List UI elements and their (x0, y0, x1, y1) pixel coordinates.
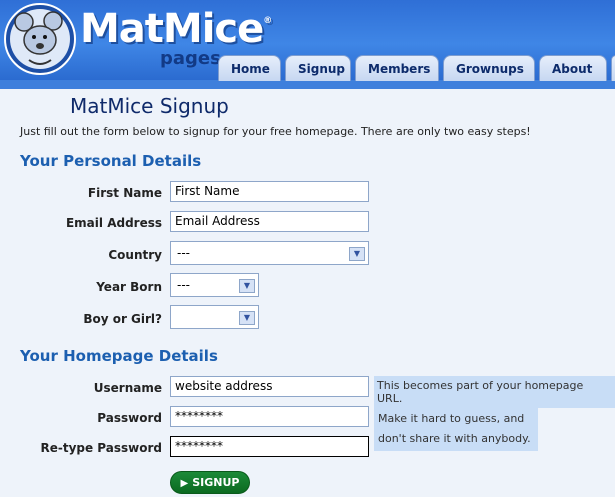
registered-mark: ® (263, 16, 272, 26)
first-name-label: First Name (87, 186, 162, 200)
year-born-value: --- (177, 278, 190, 292)
password-label: Password (97, 411, 162, 425)
section-personal-details: Your Personal Details (20, 152, 202, 170)
password-hint-line-2: don't share it with anybody. (378, 432, 531, 445)
mouse-logo-icon[interactable] (3, 2, 78, 77)
gender-label: Boy or Girl? (83, 312, 162, 326)
username-label: Username (93, 381, 162, 395)
email-label: Email Address (65, 216, 162, 230)
signup-button-label: SIGNUP (192, 476, 240, 489)
country-label: Country (108, 248, 162, 262)
chevron-down-icon[interactable]: ▼ (239, 311, 255, 325)
tab-members[interactable]: Members (355, 55, 439, 81)
tab-home[interactable]: Home (218, 55, 281, 81)
tab-grownups[interactable]: Grownups (443, 55, 535, 81)
section-homepage-details: Your Homepage Details (20, 347, 218, 365)
chevron-down-icon[interactable]: ▼ (349, 247, 365, 261)
main-nav: Home Signup Members Grownups About (218, 52, 615, 82)
first-name-input[interactable]: First Name (170, 181, 369, 202)
password-hint: Make it hard to guess, and don't share i… (374, 405, 538, 451)
email-input[interactable]: Email Address (170, 211, 369, 232)
year-born-label: Year Born (96, 280, 162, 294)
page-title: MatMice Signup (70, 94, 229, 118)
country-value: --- (177, 246, 190, 260)
username-input[interactable]: website address (170, 376, 369, 397)
retype-password-label: Re-type Password (40, 441, 162, 455)
chevron-down-icon[interactable]: ▼ (239, 279, 255, 293)
chevron-right-icon: ▶ (180, 478, 189, 489)
username-hint: This becomes part of your homepage URL. (374, 376, 615, 408)
signup-button[interactable]: ▶ SIGNUP (170, 471, 250, 494)
country-select[interactable]: --- ▼ (170, 241, 369, 265)
password-input[interactable]: ******** (170, 406, 369, 427)
year-born-select[interactable]: --- ▼ (170, 273, 259, 297)
tab-signup[interactable]: Signup (285, 55, 351, 81)
password-hint-line-1: Make it hard to guess, and (378, 412, 525, 425)
tab-overflow[interactable] (611, 55, 615, 81)
intro-text: Just fill out the form below to signup f… (20, 125, 531, 138)
retype-password-input[interactable]: ******** (170, 436, 369, 457)
brand-subtitle: pages (160, 48, 221, 69)
tab-about[interactable]: About (539, 55, 607, 81)
brand-name[interactable]: MatMice® (80, 6, 272, 52)
gender-select[interactable]: ▼ (170, 305, 259, 329)
